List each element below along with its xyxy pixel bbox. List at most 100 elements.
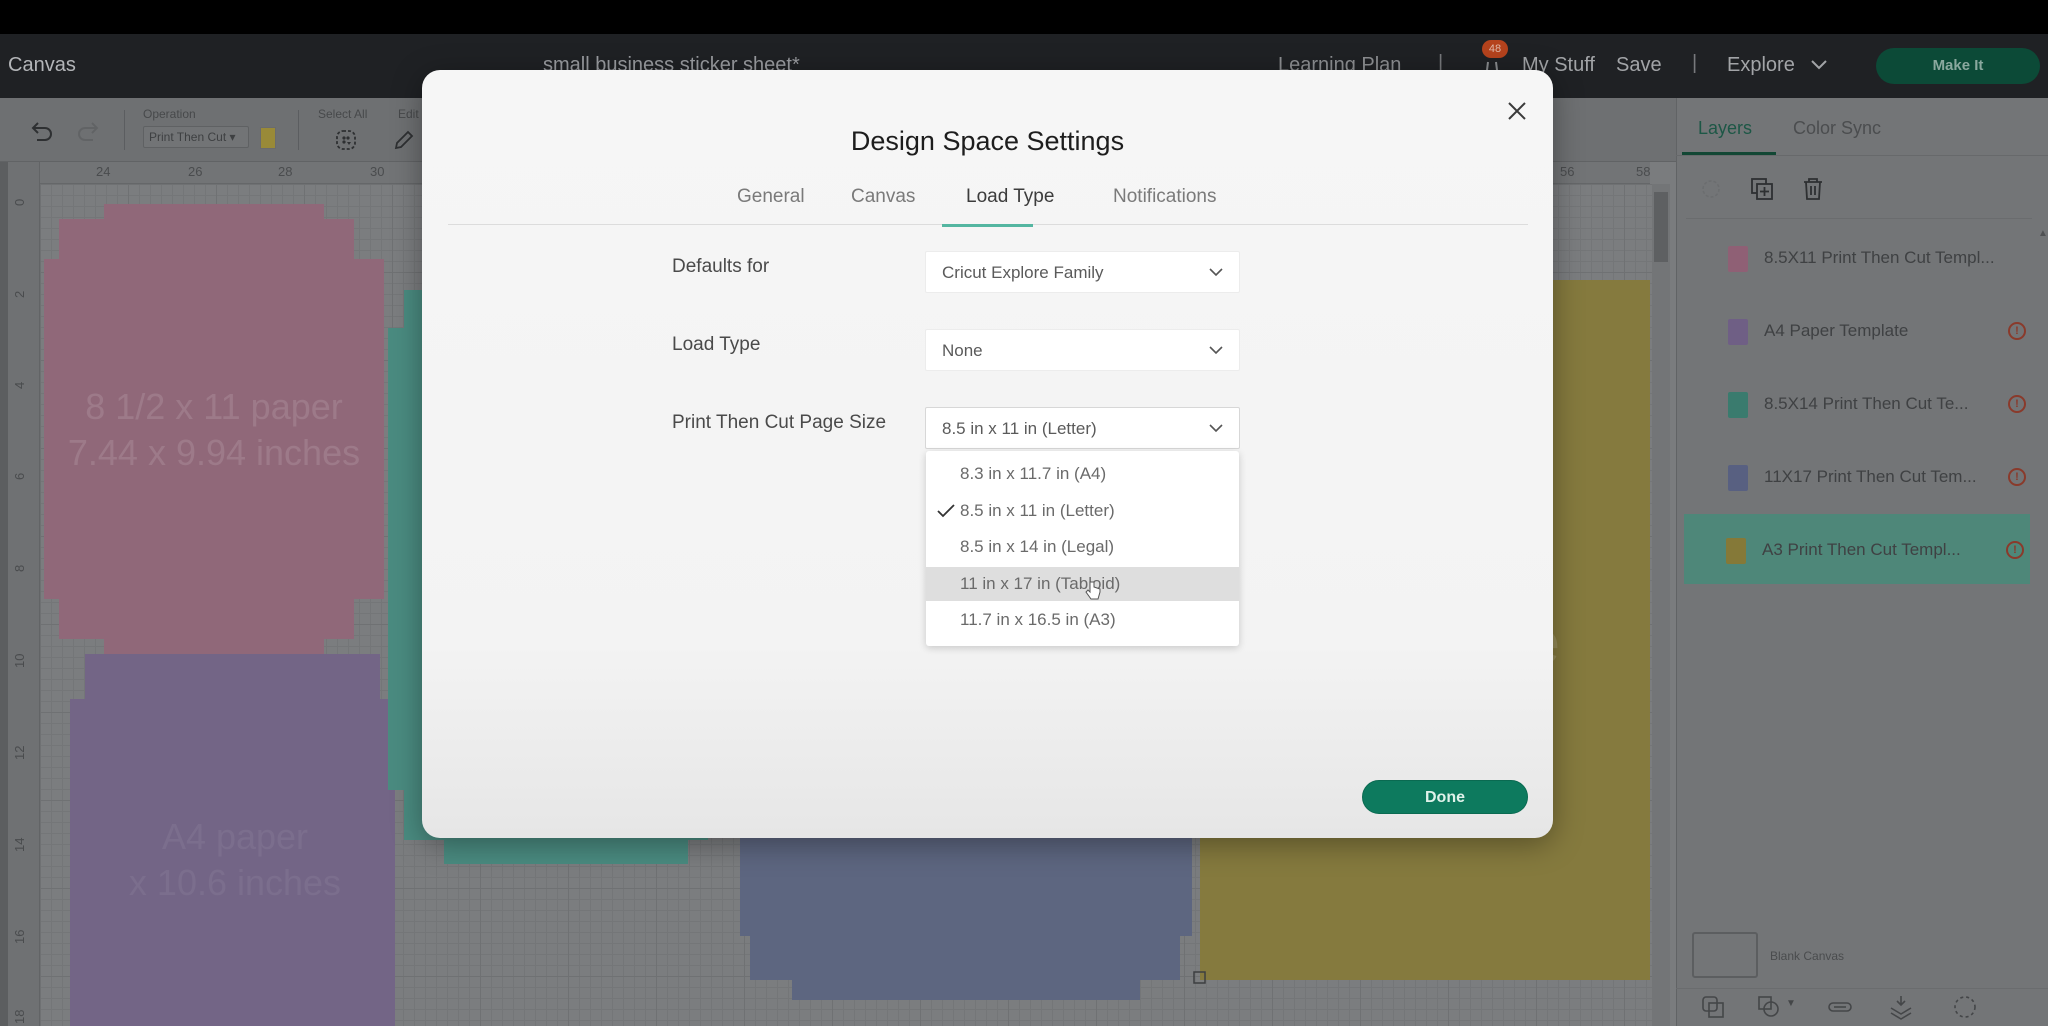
header-separator: | [1692, 52, 1698, 74]
design-space-settings-dialog: Design Space Settings General Canvas Loa… [422, 70, 1553, 838]
ruler-tick-label: 0 [12, 198, 27, 206]
tab-canvas[interactable]: Canvas [851, 186, 915, 208]
option-label: 8.3 in x 11.7 in (A4) [960, 464, 1107, 483]
redo-icon[interactable] [76, 120, 102, 144]
tab-notifications[interactable]: Notifications [1113, 186, 1217, 208]
ruler-tick-label: 58 [1636, 164, 1651, 179]
chevron-down-icon [1209, 268, 1223, 277]
chevron-down-icon [1209, 346, 1223, 355]
dialog-title: Design Space Settings [850, 126, 1125, 156]
layer-name: 8.5X11 Print Then Cut Templ... [1764, 248, 1995, 267]
chevron-down-icon[interactable] [1810, 58, 1828, 72]
toolbar-divider [298, 110, 299, 150]
attach-icon[interactable] [1827, 994, 1853, 1020]
ruler-tick-label: 14 [12, 837, 27, 852]
blank-canvas-thumbnail[interactable] [1692, 932, 1758, 978]
tab-color-sync[interactable]: Color Sync [1793, 118, 1881, 139]
layer-color-swatch[interactable] [1728, 392, 1748, 418]
ruler-tick-label: 10 [12, 653, 27, 668]
load-type-select[interactable]: None [925, 329, 1240, 371]
canvas-title: Canvas [8, 54, 76, 76]
contour-icon[interactable] [1952, 994, 1978, 1020]
layer-color-swatch[interactable] [1728, 246, 1748, 272]
ruler-tick-label: 18 [12, 1009, 27, 1024]
operation-select[interactable]: Print Then Cut ▾ [143, 126, 249, 148]
warning-icon[interactable]: ! [2008, 395, 2026, 413]
layer-color-swatch[interactable] [1726, 538, 1746, 564]
ruler-tick-label: 28 [278, 164, 293, 179]
make-it-button[interactable]: Make It [1876, 48, 2040, 84]
page-size-value: 8.5 in x 11 in (Letter) [942, 419, 1097, 438]
ruler-tick-label: 56 [1560, 164, 1575, 179]
combine-dropdown-icon[interactable]: ▼ [1786, 998, 1796, 1009]
ruler-tick-label: 24 [96, 164, 111, 179]
duplicate-icon[interactable] [1749, 176, 1775, 202]
layer-row[interactable]: 8.5X11 Print Then Cut Templ... [1686, 222, 2026, 292]
page-size-option[interactable]: 8.3 in x 11.7 in (A4) [926, 457, 1239, 491]
group-icon[interactable] [1698, 176, 1724, 202]
active-tab-indicator [942, 224, 1033, 227]
option-label: 8.5 in x 14 in (Legal) [960, 537, 1115, 556]
close-icon[interactable] [1504, 98, 1530, 124]
undo-icon[interactable] [28, 120, 54, 144]
pencil-icon[interactable] [392, 128, 416, 152]
layer-color-swatch[interactable] [1728, 319, 1748, 345]
layer-row[interactable]: 8.5X14 Print Then Cut Te...! [1686, 368, 2026, 438]
layer-row[interactable]: A4 Paper Template! [1686, 295, 2026, 365]
layer-color-swatch[interactable] [1728, 465, 1748, 491]
toolbar-divider [124, 110, 125, 150]
chevron-down-icon [1209, 424, 1223, 433]
resize-handle-icon[interactable] [1192, 970, 1208, 986]
page-size-option[interactable]: 11.7 in x 16.5 in (A3) [926, 603, 1239, 637]
warning-icon[interactable]: ! [2006, 541, 2024, 559]
slice-icon[interactable] [1700, 994, 1726, 1020]
blue-template-shape[interactable] [740, 836, 1192, 1000]
scroll-up-icon[interactable]: ▲ [2038, 228, 2048, 239]
combine-icon[interactable] [1756, 994, 1782, 1020]
save-button[interactable]: Save [1616, 54, 1662, 77]
explore-menu[interactable]: Explore [1727, 54, 1795, 77]
hand-cursor-icon [1085, 581, 1101, 600]
ruler-tick-label: 6 [12, 472, 27, 480]
trash-icon[interactable] [1800, 176, 1826, 202]
select-all-icon[interactable] [334, 128, 358, 152]
shape-label: 8 1/2 x 11 paper [85, 386, 343, 427]
checkmark-icon [937, 503, 955, 517]
flatten-icon[interactable] [1888, 994, 1914, 1020]
option-label: 8.5 in x 11 in (Letter) [960, 500, 1115, 520]
ruler-tick-label: 26 [188, 164, 203, 179]
page-size-option[interactable]: 8.5 in x 11 in (Letter) [926, 494, 1239, 528]
operation-label: Operation [143, 107, 196, 121]
layer-row[interactable]: A3 Print Then Cut Templ...! [1684, 514, 2030, 584]
ruler-left: 0 2 4 6 8 10 12 14 16 18 [0, 162, 40, 1026]
operation-color-swatch[interactable] [260, 127, 276, 149]
ruler-edge [0, 162, 8, 1026]
defaults-for-select[interactable]: Cricut Explore Family [925, 251, 1240, 293]
page-size-option[interactable]: 11 in x 17 in (Tabloid) [926, 566, 1239, 601]
ruler-tick-label: 8 [12, 564, 27, 572]
load-type-label: Load Type [672, 334, 761, 355]
page-size-dropdown: 8.3 in x 11.7 in (A4) 8.5 in x 11 in (Let… [926, 451, 1239, 646]
layer-row[interactable]: 11X17 Print Then Cut Tem...! [1686, 441, 2026, 511]
done-button[interactable]: Done [1362, 780, 1528, 814]
tab-general[interactable]: General [737, 186, 805, 208]
warning-icon[interactable]: ! [2008, 468, 2026, 486]
ruler-tick-label: 16 [12, 929, 27, 944]
shape-label: x 10.6 inches [128, 862, 342, 903]
canvas-vertical-scrollbar[interactable] [1652, 184, 1670, 1026]
purple-template-shape[interactable]: A4 paper x 10.6 inches [70, 654, 400, 1026]
design-space-app: Canvas small business sticker sheet* Lea… [0, 0, 2048, 1026]
page-size-option[interactable]: 8.5 in x 14 in (Legal) [926, 530, 1239, 564]
ruler-tick-label: 2 [12, 290, 27, 298]
scrollbar-thumb[interactable] [1654, 192, 1668, 262]
ruler-tick-label: 12 [12, 745, 27, 760]
layer-name: 11X17 Print Then Cut Tem... [1764, 467, 1977, 486]
edit-label: Edit [398, 107, 419, 121]
tab-load-type[interactable]: Load Type [966, 186, 1054, 208]
layer-name: A3 Print Then Cut Templ... [1762, 540, 1961, 559]
page-size-label: Print Then Cut Page Size [672, 412, 887, 433]
shape-label: A4 paper [161, 816, 309, 857]
tab-layers[interactable]: Layers [1698, 118, 1752, 139]
page-size-select[interactable]: 8.5 in x 11 in (Letter) [925, 407, 1240, 449]
warning-icon[interactable]: ! [2008, 322, 2026, 340]
